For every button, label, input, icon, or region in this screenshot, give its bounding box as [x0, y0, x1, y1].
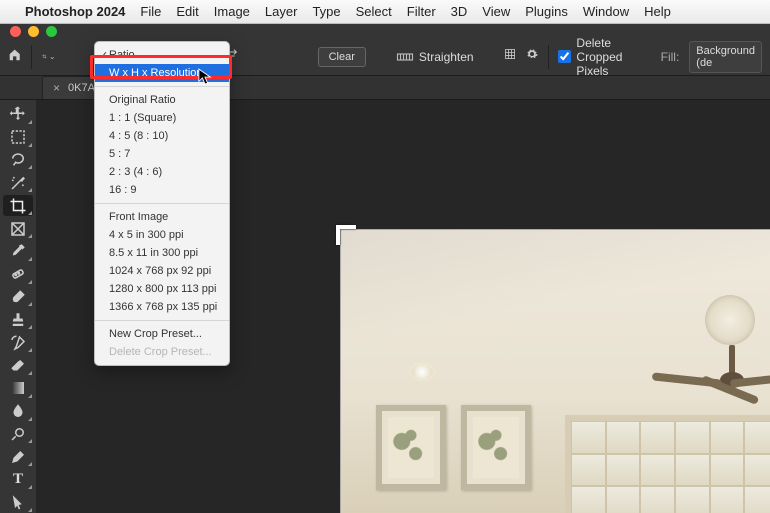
settings-gear-icon[interactable] — [526, 48, 538, 66]
menu-file[interactable]: File — [140, 4, 161, 19]
menu-item-1366x768[interactable]: 1366 x 768 px 135 ppi — [95, 298, 229, 316]
image-content — [705, 295, 755, 345]
menu-item-5-7[interactable]: 5 : 7 — [95, 145, 229, 163]
crop-tool[interactable] — [3, 195, 33, 216]
tab-title: 0K7A — [68, 82, 95, 94]
menu-view[interactable]: View — [482, 4, 510, 19]
delete-cropped-input[interactable] — [558, 50, 571, 63]
delete-cropped-checkbox[interactable]: Delete Cropped Pixels — [558, 36, 650, 78]
home-icon[interactable] — [8, 48, 21, 66]
window-zoom-icon[interactable] — [46, 26, 57, 37]
menu-item-front-image[interactable]: Front Image — [95, 208, 229, 226]
move-tool[interactable] — [3, 104, 33, 125]
crop-handle-top-left[interactable] — [336, 225, 356, 245]
app-name[interactable]: Photoshop 2024 — [25, 4, 125, 19]
menu-item-1024x768[interactable]: 1024 x 768 px 92 ppi — [95, 262, 229, 280]
separator — [31, 45, 32, 69]
brush-tool[interactable] — [3, 287, 33, 308]
menu-separator — [95, 86, 229, 87]
menu-help[interactable]: Help — [644, 4, 671, 19]
document-canvas[interactable] — [341, 230, 770, 513]
pen-tool[interactable] — [3, 446, 33, 467]
menu-filter[interactable]: Filter — [407, 4, 436, 19]
type-tool[interactable]: T — [3, 469, 33, 490]
gradient-tool[interactable] — [3, 378, 33, 399]
menu-plugins[interactable]: Plugins — [525, 4, 568, 19]
crop-preset-menu: Ratio W x H x Resolution Original Ratio … — [94, 41, 230, 366]
separator — [548, 45, 549, 69]
menu-item-original-ratio[interactable]: Original Ratio — [95, 91, 229, 109]
mac-menubar: Photoshop 2024 File Edit Image Layer Typ… — [0, 0, 770, 24]
menu-image[interactable]: Image — [214, 4, 250, 19]
fill-label: Fill: — [661, 50, 680, 64]
menu-item-2-3[interactable]: 2 : 3 (4 : 6) — [95, 163, 229, 181]
overlay-grid-icon[interactable] — [504, 48, 516, 66]
menu-select[interactable]: Select — [356, 4, 392, 19]
menu-item-new-preset[interactable]: New Crop Preset... — [95, 325, 229, 343]
blur-tool[interactable] — [3, 401, 33, 422]
menu-item-8p5x11[interactable]: 8.5 x 11 in 300 ppi — [95, 244, 229, 262]
window-titlebar — [0, 24, 770, 38]
fill-select[interactable]: Background (de — [689, 41, 762, 73]
healing-tool[interactable] — [3, 264, 33, 285]
stamp-tool[interactable] — [3, 309, 33, 330]
menu-3d[interactable]: 3D — [451, 4, 468, 19]
lasso-tool[interactable] — [3, 150, 33, 171]
eyedropper-tool[interactable] — [3, 241, 33, 262]
menu-edit[interactable]: Edit — [176, 4, 198, 19]
menu-layer[interactable]: Layer — [265, 4, 298, 19]
menu-separator — [95, 203, 229, 204]
menu-type[interactable]: Type — [312, 4, 340, 19]
straighten-label: Straighten — [419, 50, 474, 64]
frame-tool[interactable] — [3, 218, 33, 239]
delete-cropped-label: Delete Cropped Pixels — [576, 36, 650, 78]
clear-button[interactable]: Clear — [318, 47, 366, 67]
straighten-button[interactable]: Straighten — [396, 50, 474, 64]
menu-item-1-1[interactable]: 1 : 1 (Square) — [95, 109, 229, 127]
menu-separator — [95, 320, 229, 321]
toolbox: T — [0, 100, 36, 513]
menu-item-16-9[interactable]: 16 : 9 — [95, 181, 229, 199]
menu-item-1280x800[interactable]: 1280 x 800 px 113 ppi — [95, 280, 229, 298]
eraser-tool[interactable] — [3, 355, 33, 376]
window-minimize-icon[interactable] — [28, 26, 39, 37]
menu-item-4-5[interactable]: 4 : 5 (8 : 10) — [95, 127, 229, 145]
dodge-tool[interactable] — [3, 424, 33, 445]
history-brush-tool[interactable] — [3, 332, 33, 353]
crop-preset-dropdown[interactable]: ⌄ — [42, 47, 55, 67]
menu-window[interactable]: Window — [583, 4, 629, 19]
menu-item-4x5[interactable]: 4 x 5 in 300 ppi — [95, 226, 229, 244]
menu-item-ratio[interactable]: Ratio — [95, 46, 229, 64]
menu-item-delete-preset: Delete Crop Preset... — [95, 343, 229, 361]
path-tool[interactable] — [3, 492, 33, 513]
tab-close-icon[interactable]: × — [53, 81, 60, 95]
cursor-icon — [198, 68, 212, 86]
window-close-icon[interactable] — [10, 26, 21, 37]
marquee-tool[interactable] — [3, 127, 33, 148]
wand-tool[interactable] — [3, 172, 33, 193]
